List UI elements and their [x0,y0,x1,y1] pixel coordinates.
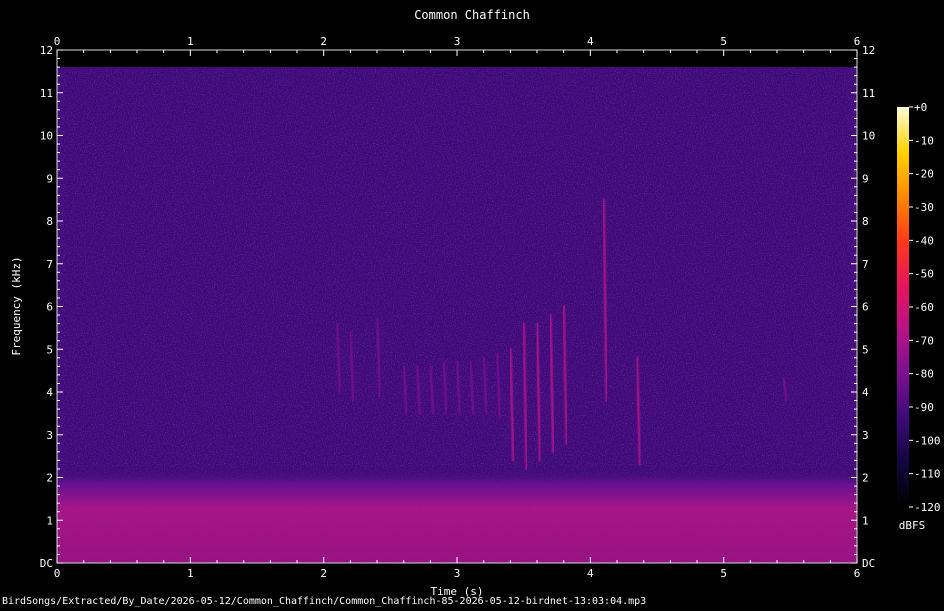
colorbar-tick-label: -60 [914,301,934,314]
x-tick-label: 3 [454,567,461,580]
chart-title: Common Chaffinch [414,8,530,22]
y-tick-label: 8 [862,215,869,228]
x-tick-label: 4 [587,567,594,580]
y-tick-label: 4 [862,386,869,399]
y-tick-label: DC [40,557,53,570]
x-tick-label: 6 [854,567,861,580]
y-axis-label: Frequency (kHz) [10,256,23,355]
x-tick-label: 3 [454,35,461,48]
y-tick-label: 12 [862,44,875,57]
x-tick-label: 5 [720,567,727,580]
x-tick-label: 0 [54,567,61,580]
colorbar-tick-label: -10 [914,134,934,147]
low-frequency-noise-band [57,464,857,563]
x-tick-label: 4 [587,35,594,48]
y-tick-label: 1 [46,514,53,527]
x-tick-label: 1 [187,35,194,48]
colorbar-tick-label: +0 [914,101,927,114]
colorbar-gradient [897,107,909,507]
colorbar-tick-label: -110 [914,468,941,481]
colorbar-tick-label: -120 [914,501,941,514]
y-tick-label: 4 [46,386,53,399]
x-tick-label: 2 [320,567,327,580]
colorbar-tick-label: -30 [914,201,934,214]
x-tick-label: 1 [187,567,194,580]
y-tick-label: 12 [40,44,53,57]
y-tick-label: 3 [862,429,869,442]
y-tick-label: 1 [862,514,869,527]
y-tick-label: 11 [862,87,875,100]
colorbar-tick-label: -40 [914,234,934,247]
colorbar-tick-label: -70 [914,334,934,347]
colorbar: +0 -10 -20 -30 -40 -50 -60 -70 -80 -90 -100 -110 -12… [897,101,941,514]
y-tick-label: 10 [862,130,875,143]
y-tick-label: 7 [46,258,53,271]
y-tick-label: DC [862,557,875,570]
x-tick-label: 0 [54,35,61,48]
y-tick-label: 10 [40,130,53,143]
y-tick-label: 9 [46,172,53,185]
colorbar-label: dBFS [899,519,926,532]
y-tick-label: 7 [862,258,869,271]
y-tick-label: 2 [46,472,53,485]
y-tick-label: 11 [40,87,53,100]
file-path-caption: BirdSongs/Extracted/By_Date/2026-05-12/C… [2,596,647,607]
y-tick-label: 2 [862,472,869,485]
y-tick-label: 9 [862,172,869,185]
y-tick-label: 6 [862,301,869,314]
x-tick-label: 6 [854,35,861,48]
colorbar-tick-label: -100 [914,434,941,447]
y-tick-label: 3 [46,429,53,442]
colorbar-tick-label: -90 [914,401,934,414]
y-tick-label: 8 [46,215,53,228]
colorbar-tick-label: -50 [914,268,934,281]
x-tick-label: 2 [320,35,327,48]
plot-area [57,50,857,563]
y-tick-label: 5 [46,343,53,356]
colorbar-tick-label: -80 [914,368,934,381]
x-tick-label: 5 [720,35,727,48]
spectrogram-chart: Common Chaffinch 00112233445566DC DC1 12 23… [10,8,941,598]
colorbar-tick-label: -20 [914,168,934,181]
y-tick-label: 5 [862,343,869,356]
y-tick-label: 6 [46,301,53,314]
